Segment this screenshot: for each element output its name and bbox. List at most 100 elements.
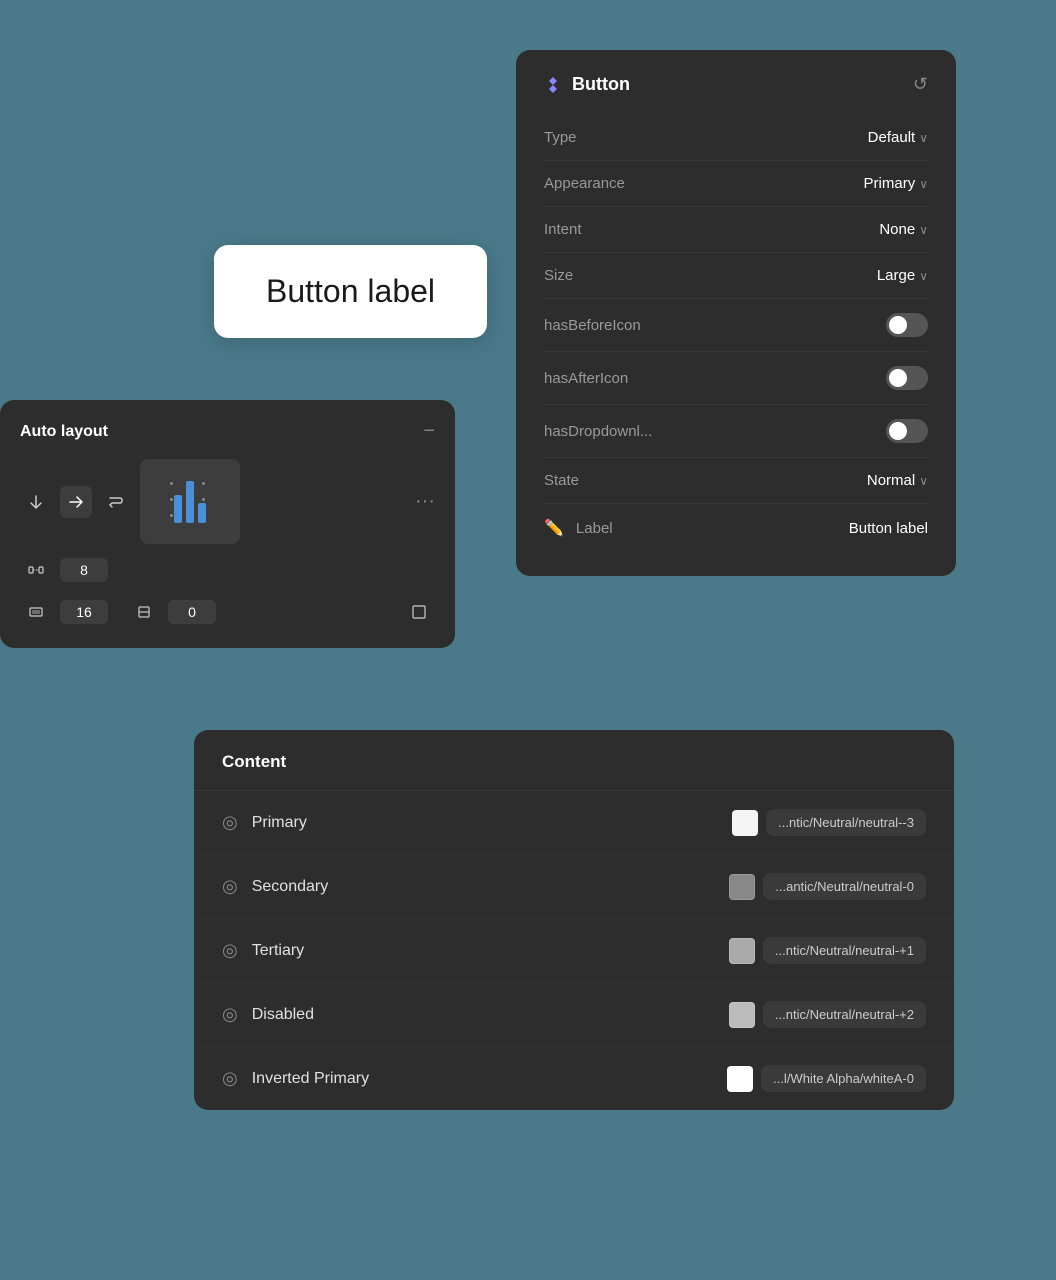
has-before-icon-label: hasBeforeIcon xyxy=(544,317,641,334)
has-dropdown-toggle[interactable] xyxy=(886,419,928,443)
size-dropdown[interactable]: Large ∨ xyxy=(877,267,928,284)
toggle-knob xyxy=(889,316,907,334)
tertiary-name: Tertiary xyxy=(252,942,729,960)
bar-3 xyxy=(198,503,206,523)
label-label: Label xyxy=(576,520,613,537)
state-value: Normal xyxy=(867,472,915,489)
auto-layout-panel: Auto layout − xyxy=(0,400,455,648)
toggle-knob-2 xyxy=(889,369,907,387)
primary-swatch[interactable] xyxy=(732,810,758,836)
tertiary-value-button[interactable]: ...ntic/Neutral/neutral-+1 xyxy=(763,937,926,964)
disabled-value-button[interactable]: ...ntic/Neutral/neutral-+2 xyxy=(763,1001,926,1028)
bar-2 xyxy=(186,481,194,523)
state-dropdown[interactable]: Normal ∨ xyxy=(867,472,928,489)
intent-value: None xyxy=(879,221,915,238)
size-label: Size xyxy=(544,267,573,284)
secondary-color-icon: ◎ xyxy=(222,876,238,897)
button-panel-header: Button ↺ xyxy=(544,74,928,95)
auto-layout-controls: ··· 8 16 xyxy=(20,459,435,628)
tertiary-swatch[interactable] xyxy=(729,938,755,964)
size-chevron-icon: ∨ xyxy=(919,269,928,283)
has-before-icon-row: hasBeforeIcon xyxy=(544,299,928,352)
pencil-icon: ✏️ xyxy=(544,518,564,538)
state-chevron-icon: ∨ xyxy=(919,474,928,488)
layout-preview-box xyxy=(140,459,240,544)
has-after-icon-row: hasAfterIcon xyxy=(544,352,928,405)
type-row: Type Default ∨ xyxy=(544,115,928,161)
intent-chevron-icon: ∨ xyxy=(919,223,928,237)
direction-wrap-button[interactable] xyxy=(100,486,132,518)
button-properties-panel: Button ↺ Type Default ∨ Appearance Prima… xyxy=(516,50,956,576)
label-row: ✏️ Label Button label xyxy=(544,504,928,552)
label-value: Button label xyxy=(849,520,928,537)
preview-bars xyxy=(174,481,206,523)
type-dropdown[interactable]: Default ∨ xyxy=(868,129,928,146)
intent-row: Intent None ∨ xyxy=(544,207,928,253)
padding-row: 16 0 xyxy=(20,596,435,628)
content-primary-row: ◎ Primary ...ntic/Neutral/neutral--3 xyxy=(194,791,954,855)
padding-icon xyxy=(20,596,52,628)
inverted-value-button[interactable]: ...l/White Alpha/whiteA-0 xyxy=(761,1065,926,1092)
clip-icon xyxy=(128,596,160,628)
clip-input[interactable]: 0 xyxy=(168,600,216,624)
layout-direction-row: ··· xyxy=(20,459,435,544)
size-row: Size Large ∨ xyxy=(544,253,928,299)
primary-value-button[interactable]: ...ntic/Neutral/neutral--3 xyxy=(766,809,926,836)
disabled-name: Disabled xyxy=(252,1006,729,1024)
secondary-value-button[interactable]: ...antic/Neutral/neutral-0 xyxy=(763,873,926,900)
primary-color-icon: ◎ xyxy=(222,812,238,833)
content-panel: Content ◎ Primary ...ntic/Neutral/neutra… xyxy=(194,730,954,1110)
appearance-dropdown[interactable]: Primary ∨ xyxy=(864,175,928,192)
button-preview-text: Button label xyxy=(266,273,435,309)
bar-1 xyxy=(174,495,182,523)
inverted-name: Inverted Primary xyxy=(252,1070,727,1088)
type-chevron-icon: ∨ xyxy=(919,131,928,145)
has-dropdown-label: hasDropdownl... xyxy=(544,423,652,440)
type-value: Default xyxy=(868,129,916,146)
tertiary-color-icon: ◎ xyxy=(222,940,238,961)
component-icon xyxy=(544,76,562,94)
has-before-icon-toggle[interactable] xyxy=(886,313,928,337)
has-after-icon-toggle[interactable] xyxy=(886,366,928,390)
layout-more-button[interactable]: ··· xyxy=(415,490,435,513)
auto-layout-title: Auto layout xyxy=(20,423,108,441)
button-label-preview: Button label xyxy=(214,245,487,338)
appearance-value: Primary xyxy=(864,175,916,192)
content-panel-header: Content xyxy=(194,730,954,791)
reset-button[interactable]: ↺ xyxy=(913,74,928,95)
direction-right-button[interactable] xyxy=(60,486,92,518)
appearance-row: Appearance Primary ∨ xyxy=(544,161,928,207)
direction-down-button[interactable] xyxy=(20,486,52,518)
button-panel-title-row: Button xyxy=(544,74,630,95)
state-label: State xyxy=(544,472,579,489)
content-panel-title: Content xyxy=(222,752,286,771)
has-dropdown-row: hasDropdownl... xyxy=(544,405,928,458)
secondary-swatch[interactable] xyxy=(729,874,755,900)
gap-input[interactable]: 8 xyxy=(60,558,108,582)
toggle-knob-3 xyxy=(889,422,907,440)
intent-label: Intent xyxy=(544,221,582,238)
inverted-color-icon: ◎ xyxy=(222,1068,238,1089)
gap-row: 8 xyxy=(20,554,435,586)
state-row: State Normal ∨ xyxy=(544,458,928,504)
secondary-name: Secondary xyxy=(252,878,730,896)
disabled-swatch[interactable] xyxy=(729,1002,755,1028)
appearance-chevron-icon: ∨ xyxy=(919,177,928,191)
auto-layout-collapse-button[interactable]: − xyxy=(423,420,435,443)
type-label: Type xyxy=(544,129,577,146)
padding-input[interactable]: 16 xyxy=(60,600,108,624)
primary-name: Primary xyxy=(252,814,732,832)
size-value: Large xyxy=(877,267,915,284)
auto-layout-header: Auto layout − xyxy=(20,420,435,443)
disabled-color-icon: ◎ xyxy=(222,1004,238,1025)
intent-dropdown[interactable]: None ∨ xyxy=(879,221,928,238)
content-inverted-row: ◎ Inverted Primary ...l/White Alpha/whit… xyxy=(194,1047,954,1110)
inverted-swatch[interactable] xyxy=(727,1066,753,1092)
appearance-label: Appearance xyxy=(544,175,625,192)
button-panel-title: Button xyxy=(572,74,630,95)
content-secondary-row: ◎ Secondary ...antic/Neutral/neutral-0 xyxy=(194,855,954,919)
content-disabled-row: ◎ Disabled ...ntic/Neutral/neutral-+2 xyxy=(194,983,954,1047)
label-row-left: ✏️ Label xyxy=(544,518,613,538)
frame-icon xyxy=(403,596,435,628)
gap-icon xyxy=(20,554,52,586)
